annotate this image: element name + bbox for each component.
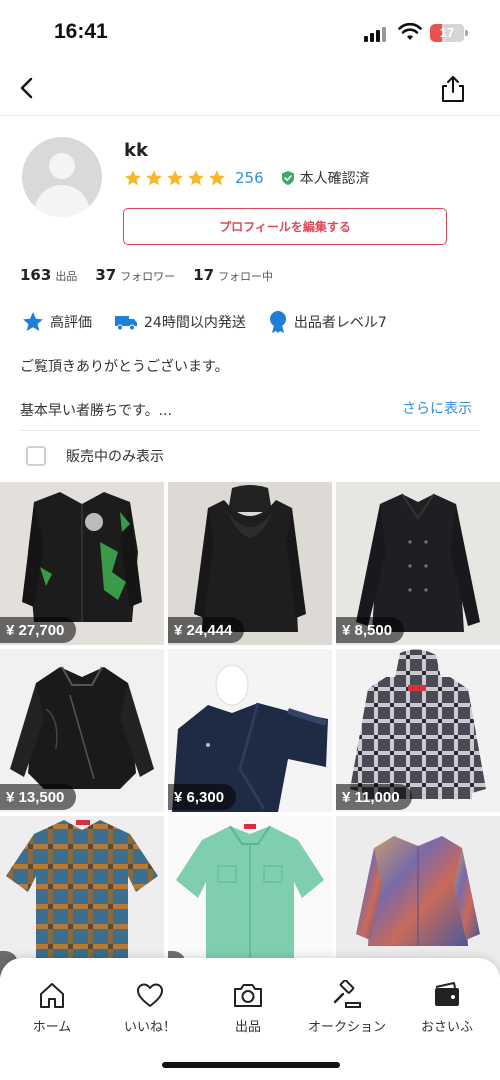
item-card-8[interactable] — [168, 816, 332, 979]
rating-star-icon — [188, 170, 204, 186]
battery-icon: 17 — [430, 24, 464, 42]
edit-profile-button[interactable]: プロフィールを編集する — [123, 208, 447, 245]
item-card-6[interactable]: ¥ 11,000 — [336, 649, 500, 812]
rating-star-icon — [209, 170, 225, 186]
tab-label: ホーム — [32, 1020, 72, 1035]
top-nav — [0, 62, 500, 116]
tab-label: いいね！ — [123, 1020, 176, 1035]
badge-label: 出品者レベル7 — [293, 315, 387, 331]
tab-label: おさいふ — [420, 1020, 473, 1035]
badge-fast-shipping: 24時間以内発送 — [114, 312, 246, 332]
following-count[interactable]: 17 — [193, 266, 214, 284]
badge-label: 24時間以内発送 — [144, 315, 246, 331]
item-photo — [0, 816, 164, 979]
item-card-2[interactable]: ¥ 24,444 — [168, 482, 332, 645]
on-sale-filter[interactable]: 販売中のみ表示 — [26, 446, 164, 466]
item-card-1[interactable]: ¥ 27,700 — [0, 482, 164, 645]
item-price: ¥ 6,300 — [168, 784, 237, 810]
camera-icon — [234, 984, 262, 1007]
rating-star-icon — [125, 170, 141, 186]
verified-label: 本人確認済 — [299, 171, 370, 187]
verified-shield-icon — [281, 171, 294, 185]
item-price: ¥ 8,500 — [336, 617, 405, 643]
item-price: ¥ 11,000 — [336, 784, 412, 810]
star-icon — [23, 312, 43, 332]
item-photo — [336, 816, 500, 979]
tab-auction[interactable]: オークション — [297, 980, 397, 1035]
medal-icon — [269, 311, 286, 333]
tab-sell[interactable]: 出品 — [198, 980, 298, 1035]
rating-count[interactable]: 256 — [235, 169, 264, 187]
avatar-body-shape — [34, 185, 90, 217]
following-label: フォロー中 — [218, 270, 274, 283]
wallet-icon — [435, 982, 459, 1006]
item-card-5[interactable]: ¥ 6,300 — [168, 649, 332, 812]
profile-stats: 163 出品 37 フォロワー 17 フォロー中 — [20, 266, 291, 284]
heart-icon — [137, 983, 163, 1007]
tab-label: オークション — [307, 1020, 386, 1035]
item-card-9[interactable] — [336, 816, 500, 979]
home-indicator — [162, 1062, 340, 1068]
bio-line-2: 基本早い者勝ちです。... — [20, 403, 172, 419]
cellular-signal-icon — [364, 26, 390, 42]
wifi-icon — [398, 22, 422, 40]
followers-label: フォロワー — [120, 270, 176, 283]
tab-likes[interactable]: いいね！ — [100, 980, 200, 1035]
on-sale-checkbox[interactable] — [26, 446, 46, 466]
avatar[interactable] — [22, 137, 102, 217]
listings-label: 出品 — [55, 270, 78, 283]
show-more-link[interactable]: さらに表示 — [402, 398, 472, 418]
avatar-head-shape — [49, 153, 75, 179]
battery-tip — [465, 30, 468, 36]
tab-wallet[interactable]: おさいふ — [397, 980, 497, 1035]
tab-label: 出品 — [234, 1020, 261, 1035]
share-button[interactable] — [438, 74, 468, 104]
badge-seller-level: 出品者レベル7 — [268, 310, 387, 334]
seller-badges: 高評価 24時間以内発送 出品者レベル7 — [22, 310, 409, 334]
badge-label: 高評価 — [50, 315, 92, 331]
status-time: 16:41 — [54, 20, 108, 43]
followers-count[interactable]: 37 — [95, 266, 116, 284]
username: kk — [124, 140, 148, 161]
item-card-7[interactable] — [0, 816, 164, 979]
on-sale-filter-label: 販売中のみ表示 — [66, 449, 164, 465]
back-button[interactable] — [14, 74, 42, 102]
item-photo — [168, 816, 332, 979]
battery-level: 17 — [439, 25, 455, 40]
bio-line-1: ご覧頂きありがとうございます。 — [20, 359, 229, 375]
item-price: ¥ 27,700 — [0, 617, 77, 643]
status-bar: 16:41 17 — [0, 0, 500, 62]
item-price: ¥ 13,500 — [0, 784, 77, 810]
tab-home[interactable]: ホーム — [2, 980, 102, 1035]
item-card-4[interactable]: ¥ 13,500 — [0, 649, 164, 812]
badge-high-rating: 高評価 — [22, 311, 92, 333]
gavel-icon — [333, 980, 361, 1008]
listings-count[interactable]: 163 — [20, 266, 51, 284]
truck-icon — [115, 316, 137, 331]
item-price: ¥ 24,444 — [168, 617, 245, 643]
item-card-3[interactable]: ¥ 8,500 — [336, 482, 500, 645]
home-icon — [40, 983, 64, 1008]
rating-star-icon — [146, 170, 162, 186]
rating-row[interactable]: 256 本人確認済 — [124, 168, 370, 188]
rating-star-icon — [167, 170, 183, 186]
divider — [20, 430, 480, 431]
